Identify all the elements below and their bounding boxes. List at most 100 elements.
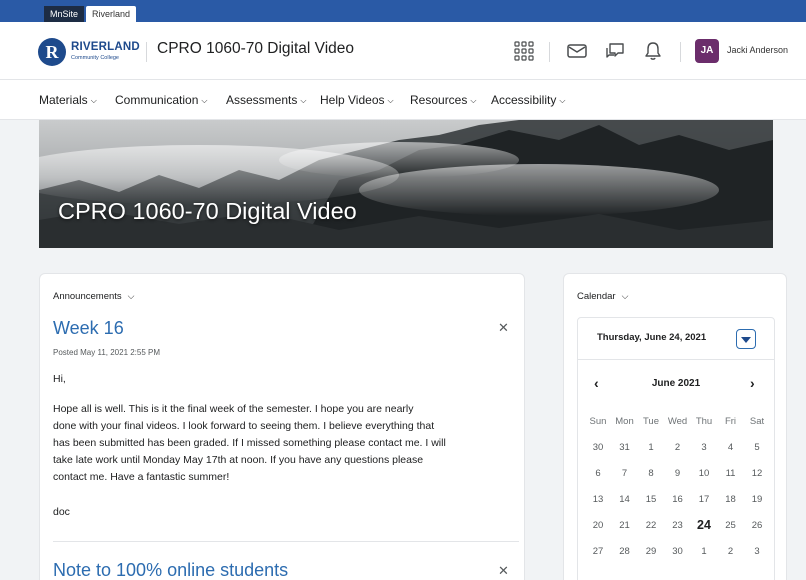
body-line: done with your final videos. I look forw… [53, 420, 435, 432]
forest-banner-image [39, 120, 773, 248]
body-line: Hope all is well. This is it the final w… [53, 403, 414, 415]
chevron-down-icon: ⌵ [470, 96, 477, 105]
calendar-day[interactable]: 1 [638, 442, 664, 453]
calendar-day[interactable]: 18 [718, 494, 744, 505]
nav-label: Communication [115, 93, 199, 107]
body-line: take late work until Monday May 17th at … [53, 454, 424, 466]
calendar-week-row: 27 28 29 30 1 2 3 [592, 546, 776, 572]
calendar-day[interactable]: 9 [665, 468, 691, 479]
calendar-day[interactable]: 3 [691, 442, 717, 453]
calendar-weekday: Mon [615, 416, 634, 427]
course-banner: CPRO 1060-70 Digital Video [39, 120, 773, 248]
next-month-icon[interactable]: › [750, 375, 755, 391]
grid-icon[interactable] [512, 39, 536, 63]
calendar-day[interactable]: 6 [585, 468, 611, 479]
calendar-day[interactable]: 31 [612, 442, 638, 453]
course-navbar: Materials ⌵ Communication ⌵ Assessments ⌵ H… [0, 80, 806, 120]
nav-accessibility[interactable]: Accessibility ⌵ [491, 93, 565, 107]
tab-mnsite[interactable]: MnSite [44, 6, 85, 22]
nav-assessments[interactable]: Assessments ⌵ [226, 93, 306, 107]
header-separator [680, 42, 681, 62]
nav-label: Assessments [226, 93, 298, 107]
calendar-day[interactable]: 16 [665, 494, 691, 505]
calendar-day[interactable]: 21 [612, 520, 638, 531]
calendar-day[interactable]: 10 [691, 468, 717, 479]
envelope-icon[interactable] [565, 39, 589, 63]
calendar-heading[interactable]: Calendar ⌵ [577, 291, 628, 302]
calendar-day[interactable]: 29 [638, 546, 664, 557]
body-line: contact me. Have a fantastic summer! [53, 471, 230, 483]
chat-icon[interactable] [603, 39, 627, 63]
calendar-day[interactable]: 24 [691, 518, 717, 532]
calendar-day[interactable]: 8 [638, 468, 664, 479]
body-line: has been submitted has been graded. If I… [53, 437, 446, 449]
calendar-day[interactable]: 28 [612, 546, 638, 557]
announcement-title[interactable]: Note to 100% online students [53, 560, 288, 580]
logo-mark: R [38, 38, 66, 66]
chevron-down-icon: ⌵ [90, 96, 97, 105]
calendar-weekday: Tue [642, 416, 660, 427]
calendar-day[interactable]: 5 [744, 442, 770, 453]
nav-resources[interactable]: Resources ⌵ [410, 93, 476, 107]
header-separator [549, 42, 550, 62]
nav-communication[interactable]: Communication ⌵ [115, 93, 207, 107]
header-divider [146, 42, 147, 62]
announcement-greeting: Hi, [53, 373, 66, 385]
calendar-weekday: Thu [695, 416, 713, 427]
calendar-day[interactable]: 26 [744, 520, 770, 531]
calendar-day[interactable]: 23 [665, 520, 691, 531]
calendar-day[interactable]: 14 [612, 494, 638, 505]
calendar-day[interactable]: 11 [718, 468, 744, 479]
announcement-divider [53, 541, 519, 542]
calendar-widget: Calendar ⌵ Thursday, June 24, 2021 ‹ June… [563, 273, 787, 580]
calendar-day[interactable]: 2 [665, 442, 691, 453]
nav-materials[interactable]: Materials ⌵ [39, 93, 97, 107]
calendar-toggle-button[interactable] [736, 329, 756, 349]
calendar-day[interactable]: 15 [638, 494, 664, 505]
logo-name: RIVERLAND [71, 41, 140, 53]
calendar-day[interactable]: 22 [638, 520, 664, 531]
announcement-body: Hope all is well. This is it the final w… [53, 401, 513, 486]
calendar-day[interactable]: 30 [585, 442, 611, 453]
calendar-day[interactable]: 3 [744, 546, 770, 557]
close-icon[interactable]: ✕ [498, 563, 509, 579]
calendar-week-row: 6 7 8 9 10 11 12 [592, 468, 776, 494]
announcement-posted-date: Posted May 11, 2021 2:55 PM [53, 348, 161, 357]
user-name[interactable]: Jacki Anderson [727, 45, 788, 55]
calendar-day[interactable]: 2 [718, 546, 744, 557]
nav-help-videos[interactable]: Help Videos ⌵ [320, 93, 394, 107]
calendar-week-row: 20 21 22 23 24 25 26 [592, 518, 776, 546]
calendar-week-row: 13 14 15 16 17 18 19 [592, 494, 776, 520]
widget-title: Announcements [53, 291, 122, 302]
calendar-day[interactable]: 27 [585, 546, 611, 557]
nav-label: Help Videos [320, 93, 385, 107]
nav-label: Materials [39, 93, 88, 107]
close-icon[interactable]: ✕ [498, 320, 509, 336]
calendar-day[interactable]: 19 [744, 494, 770, 505]
calendar-day[interactable]: 4 [718, 442, 744, 453]
calendar-weekday: Wed [667, 416, 688, 427]
calendar-day[interactable]: 12 [744, 468, 770, 479]
course-title[interactable]: CPRO 1060-70 Digital Video [157, 40, 354, 58]
announcement-title[interactable]: Week 16 [53, 318, 124, 339]
calendar-date-header: Thursday, June 24, 2021 [578, 318, 774, 360]
calendar-day[interactable]: 30 [665, 546, 691, 557]
calendar-day[interactable]: 25 [718, 520, 744, 531]
avatar[interactable]: JA [695, 39, 719, 63]
calendar-weekday: Sat [749, 416, 765, 427]
calendar-day[interactable]: 7 [612, 468, 638, 479]
calendar-day[interactable]: 1 [691, 546, 717, 557]
calendar-day[interactable]: 17 [691, 494, 717, 505]
calendar-month-label: June 2021 [651, 378, 701, 389]
banner-title: CPRO 1060-70 Digital Video [58, 198, 357, 224]
chevron-down-icon: ⌵ [201, 96, 208, 105]
chevron-down-icon: ⌵ [559, 96, 566, 105]
bell-icon[interactable] [641, 39, 665, 63]
announcements-widget: Announcements ⌵ Week 16 ✕ Posted May 11, … [39, 273, 525, 580]
calendar-day[interactable]: 20 [585, 520, 611, 531]
tab-riverland[interactable]: Riverland [86, 6, 137, 22]
riverland-logo[interactable]: R RIVERLAND Community College [38, 38, 148, 66]
calendar-day[interactable]: 13 [585, 494, 611, 505]
chevron-down-icon: ⌵ [300, 96, 307, 105]
announcements-heading[interactable]: Announcements ⌵ [53, 291, 135, 302]
